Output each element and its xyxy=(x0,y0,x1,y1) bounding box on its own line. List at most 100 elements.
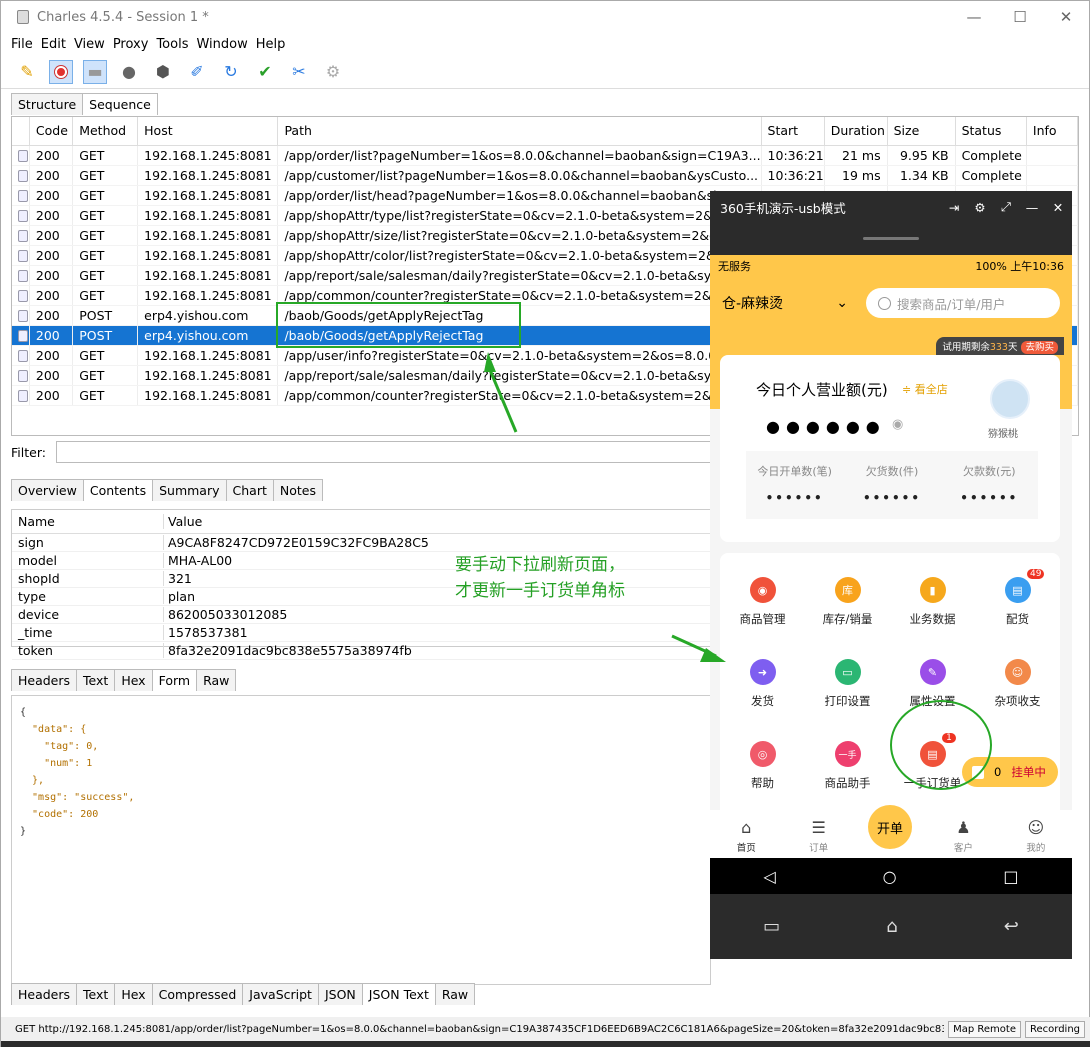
col-duration[interactable]: Duration xyxy=(824,117,888,146)
feature-item[interactable]: ◉ 商品管理 xyxy=(720,573,805,655)
tab-resp-json-text[interactable]: JSON Text xyxy=(361,983,436,1005)
filter-input[interactable] xyxy=(55,441,711,463)
recording-button[interactable]: Recording xyxy=(1024,1020,1085,1038)
col-method[interactable]: Method xyxy=(72,117,139,146)
stat-owed-goods[interactable]: 欠货数(件) •••••• xyxy=(843,451,940,519)
throttle-icon[interactable]: ▬ xyxy=(83,59,107,84)
col-status[interactable]: Status xyxy=(955,117,1027,146)
feature-item[interactable]: 一手 商品助手 xyxy=(805,737,890,819)
view-all-stores-link[interactable]: ≑ 看全店 xyxy=(902,381,948,397)
menu-view[interactable]: View xyxy=(74,37,105,52)
settings-icon[interactable]: ⚙ xyxy=(968,200,992,215)
tab-req-form[interactable]: Form xyxy=(151,669,198,691)
tab-contents[interactable]: Contents xyxy=(82,479,154,501)
host-home-icon[interactable]: ⌂ xyxy=(886,916,897,937)
tab-sequence[interactable]: Sequence xyxy=(82,93,158,115)
feature-item[interactable]: ▮ 业务数据 xyxy=(890,573,975,655)
tab-req-hex[interactable]: Hex xyxy=(114,669,153,691)
param-row[interactable]: token 8fa32e2091dac9bc838e5575a38974fb xyxy=(12,642,710,660)
drag-handle[interactable] xyxy=(710,223,1072,253)
tab-req-raw[interactable]: Raw xyxy=(196,669,237,691)
col-path[interactable]: Path xyxy=(277,117,762,146)
tab-notes[interactable]: Notes xyxy=(272,479,323,501)
recents-icon[interactable]: □ xyxy=(1003,867,1018,886)
nav-customers[interactable]: ♟ 客户 xyxy=(927,818,999,854)
tab-resp-hex[interactable]: Hex xyxy=(114,983,153,1005)
tab-structure[interactable]: Structure xyxy=(11,93,84,115)
param-row[interactable]: _time 1578537381 xyxy=(12,624,710,642)
menu-window[interactable]: Window xyxy=(196,37,247,52)
menu-edit[interactable]: Edit xyxy=(41,37,66,52)
turtle-icon[interactable]: ● xyxy=(117,60,141,84)
tab-resp-headers[interactable]: Headers xyxy=(11,983,78,1005)
map-remote-button[interactable]: Map Remote xyxy=(948,1020,1021,1038)
feature-item[interactable]: ➜ 发货 xyxy=(720,655,805,737)
refresh-icon[interactable]: ↻ xyxy=(219,60,243,84)
table-row[interactable]: 200 GET 192.168.1.245:8081/app/order/list?… xyxy=(12,145,1079,166)
tab-resp-text[interactable]: Text xyxy=(76,983,116,1005)
minimize-button[interactable]: — xyxy=(951,1,997,33)
recent-apps-icon[interactable]: ▭ xyxy=(763,916,780,937)
tab-resp-javascript[interactable]: JavaScript xyxy=(242,983,319,1005)
new-order-button[interactable]: 开单 xyxy=(868,805,912,849)
tab-summary[interactable]: Summary xyxy=(152,479,227,501)
record-icon[interactable] xyxy=(49,59,73,84)
broom-icon[interactable]: ✎ xyxy=(15,60,39,84)
feature-item[interactable]: ▤ 49 配货 xyxy=(975,569,1060,655)
phone-title-bar: 360手机演示-usb模式 ⇥ ⚙ ⤢ — ✕ xyxy=(710,191,1072,223)
nav-mine[interactable]: ☺ 我的 xyxy=(1000,818,1072,854)
tab-chart[interactable]: Chart xyxy=(225,479,274,501)
col-host[interactable]: Host xyxy=(137,117,279,146)
stop-icon[interactable]: ⬢ xyxy=(151,60,175,84)
tab-resp-compressed[interactable]: Compressed xyxy=(151,983,244,1005)
host-back-icon[interactable]: ↩ xyxy=(1004,916,1019,937)
pen-icon[interactable]: ✐ xyxy=(185,60,209,84)
stat-orders[interactable]: 今日开单数(笔) •••••• xyxy=(746,451,843,519)
menu-file[interactable]: File xyxy=(11,37,33,52)
col-info[interactable]: Info xyxy=(1026,117,1079,146)
tab-resp-raw[interactable]: Raw xyxy=(434,983,476,1005)
close-icon[interactable]: ✕ xyxy=(1046,200,1070,215)
pin-icon[interactable]: ⇥ xyxy=(942,200,966,215)
menu-tools[interactable]: Tools xyxy=(156,37,188,52)
tab-resp-json[interactable]: JSON xyxy=(317,983,363,1005)
maximize-button[interactable]: ☐ xyxy=(997,1,1043,33)
param-row[interactable]: sign A9CA8F8247CD972E0159C32FC9BA28C5 xyxy=(12,534,710,552)
store-selector[interactable]: 仓-麻辣烫 xyxy=(722,293,836,313)
eye-icon[interactable]: ◉ xyxy=(892,417,903,432)
row-type-icon xyxy=(12,365,30,386)
avatar[interactable] xyxy=(990,379,1030,419)
trial-banner[interactable]: 试用期剩余333天 去购买 xyxy=(936,337,1064,355)
cell-code: 200 xyxy=(29,305,74,326)
cell-code: 200 xyxy=(29,185,74,206)
tab-req-text[interactable]: Text xyxy=(76,669,116,691)
minimize-icon[interactable]: — xyxy=(1020,200,1044,215)
home-circle-icon[interactable]: ○ xyxy=(883,867,897,886)
stat-owed-money[interactable]: 欠款数(元) •••••• xyxy=(941,451,1038,519)
tab-overview[interactable]: Overview xyxy=(11,479,84,501)
buy-button[interactable]: 去购买 xyxy=(1021,341,1058,354)
nav-home[interactable]: ⌂ 首页 xyxy=(710,818,782,854)
fullscreen-icon[interactable]: ⤢ xyxy=(994,199,1018,215)
chevron-down-icon[interactable]: ⌄ xyxy=(836,295,848,311)
feature-item[interactable]: ▭ 打印设置 xyxy=(805,655,890,737)
nav-orders[interactable]: ☰ 订单 xyxy=(782,818,854,854)
tab-req-headers[interactable]: Headers xyxy=(11,669,78,691)
gear-icon[interactable]: ⚙ xyxy=(321,60,345,84)
feature-item[interactable]: ◎ 帮助 xyxy=(720,737,805,819)
nav-label: 客户 xyxy=(953,843,973,854)
col-size[interactable]: Size xyxy=(887,117,956,146)
table-row[interactable]: 200 GET 192.168.1.245:8081/app/customer/li… xyxy=(12,165,1079,186)
param-row[interactable]: device 862005033012085 xyxy=(12,606,710,624)
feature-item[interactable]: ☺ 杂项收支 xyxy=(975,655,1060,737)
col-start[interactable]: Start xyxy=(761,117,825,146)
close-button[interactable]: ✕ xyxy=(1043,1,1089,33)
search-input[interactable]: 搜索商品/订单/用户 xyxy=(866,288,1060,318)
back-icon[interactable]: ◁ xyxy=(763,867,775,886)
menu-help[interactable]: Help xyxy=(256,37,286,52)
col-code[interactable]: Code xyxy=(29,117,74,146)
menu-proxy[interactable]: Proxy xyxy=(113,37,149,52)
feature-item[interactable]: 库库存/销量 xyxy=(805,573,890,655)
tools-icon[interactable]: ✂ xyxy=(287,60,311,84)
check-icon[interactable]: ✔ xyxy=(253,60,277,84)
